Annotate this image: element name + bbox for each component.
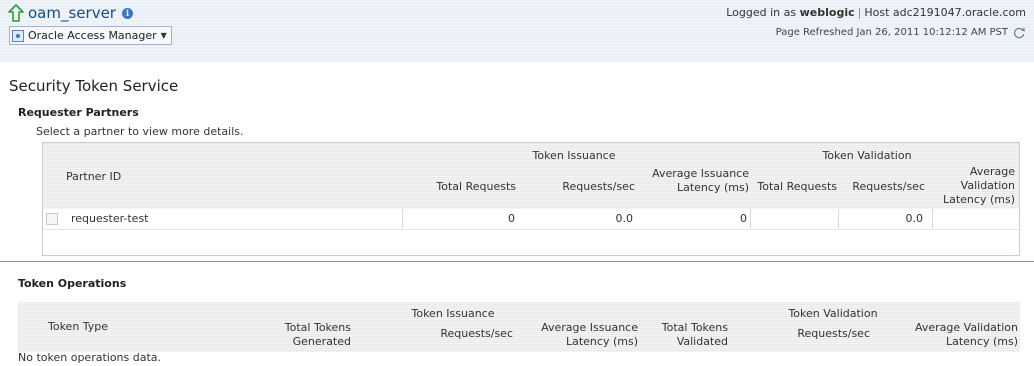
col-val-requests-sec[interactable]: Requests/sec xyxy=(839,180,925,193)
separator: | xyxy=(857,6,862,19)
requests-sec-cell: 0.0 xyxy=(615,212,634,225)
empty-message: No token operations data. xyxy=(18,351,162,364)
col-total-requests[interactable]: Total Requests xyxy=(403,180,516,193)
partner-id-cell[interactable]: requester-test xyxy=(71,212,149,225)
page-refreshed-text: Page Refreshed Jan 26, 2011 10:12:12 AM … xyxy=(775,27,1008,38)
group-token-validation: Token Validation xyxy=(788,307,878,320)
target-menu-dropdown[interactable]: Oracle Access Manager ▼ xyxy=(9,26,172,45)
col-requests-sec[interactable]: Requests/sec xyxy=(388,327,513,340)
table-row[interactable]: requester-test 0 0.0 0 0.0 xyxy=(43,209,1019,230)
token-operations-table: Token Type Token Issuance Token Validati… xyxy=(18,302,1020,352)
page-header: oam_server i Oracle Access Manager ▼ Log… xyxy=(0,0,1034,62)
col-total-tokens-validated-2: Validated xyxy=(676,335,728,348)
server-title: oam_server i xyxy=(8,4,133,22)
host-label: Host adc2191047.oracle.com xyxy=(864,6,1026,19)
requester-partners-hint: Select a partner to view more details. xyxy=(36,125,244,138)
requester-partners-heading: Requester Partners xyxy=(18,106,139,119)
col-total-tokens-generated[interactable]: Total Tokens xyxy=(233,321,351,334)
val-requests-sec-cell: 0.0 xyxy=(905,212,924,225)
chevron-down-icon: ▼ xyxy=(160,31,167,40)
col-avg-validation-latency-2: Validation xyxy=(960,179,1015,192)
requester-partners-table: Partner ID Token Issuance Token Validati… xyxy=(42,142,1020,256)
col-val-requests-sec[interactable]: Requests/sec xyxy=(763,327,870,340)
col-avg-validation-latency-2: Latency (ms) xyxy=(945,335,1018,348)
target-menu-label: Oracle Access Manager xyxy=(28,29,157,42)
col-token-type[interactable]: Token Type xyxy=(48,320,108,333)
col-requests-sec[interactable]: Requests/sec xyxy=(523,180,635,193)
group-token-issuance: Token Issuance xyxy=(532,149,616,162)
info-icon[interactable]: i xyxy=(121,7,133,19)
col-total-tokens-generated-2: Generated xyxy=(292,335,351,348)
group-token-validation: Token Validation xyxy=(822,149,912,162)
avg-latency-cell: 0 xyxy=(740,212,747,225)
token-operations-heading: Token Operations xyxy=(18,277,127,290)
row-selector[interactable] xyxy=(46,213,58,225)
logged-in-user: weblogic xyxy=(799,6,855,19)
refresh-info: Page Refreshed Jan 26, 2011 10:12:12 AM … xyxy=(776,26,1026,39)
section-divider xyxy=(0,261,1034,262)
col-partner-id[interactable]: Partner ID xyxy=(66,170,121,183)
server-name: oam_server xyxy=(28,4,116,22)
logged-in-prefix: Logged in as xyxy=(726,6,797,19)
col-avg-issuance-latency-unit: Latency (ms) xyxy=(676,181,749,194)
up-arrow-icon[interactable] xyxy=(8,4,24,22)
column-divider xyxy=(750,209,751,229)
col-avg-validation-latency-3: Latency (ms) xyxy=(942,193,1015,206)
target-icon xyxy=(12,29,24,42)
col-avg-validation-latency[interactable]: Average xyxy=(933,165,1015,178)
total-requests-cell: 0 xyxy=(508,212,515,225)
col-total-tokens-validated[interactable]: Total Tokens xyxy=(618,321,728,334)
login-info: Logged in as weblogic | Host adc2191047.or… xyxy=(726,6,1026,19)
col-avg-issuance-latency[interactable]: Average Issuance xyxy=(637,167,749,180)
col-avg-validation-latency[interactable]: Average Validation xyxy=(878,321,1018,334)
col-val-total-requests[interactable]: Total Requests xyxy=(749,180,837,193)
group-token-issuance: Token Issuance xyxy=(411,307,495,320)
page-title: Security Token Service xyxy=(9,77,179,95)
column-divider xyxy=(932,209,933,229)
refresh-icon[interactable] xyxy=(1013,26,1026,39)
